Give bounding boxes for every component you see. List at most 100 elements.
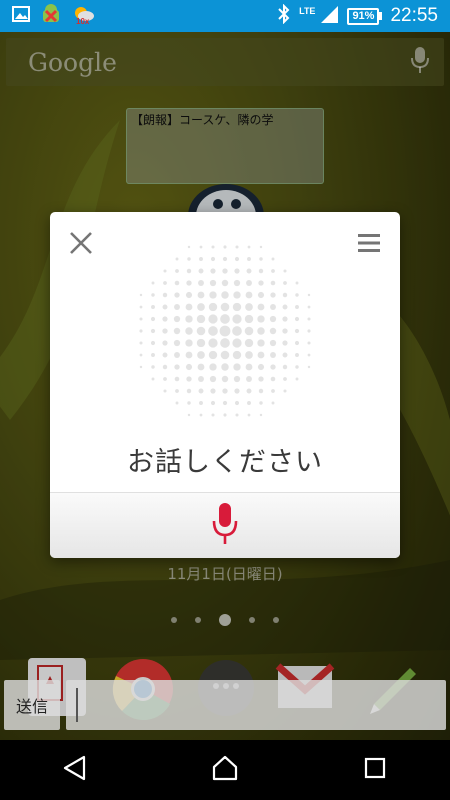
voice-level-dot xyxy=(259,257,263,261)
voice-level-dot xyxy=(269,339,277,347)
voice-level-dot xyxy=(234,400,240,406)
voice-level-dot xyxy=(234,256,240,262)
recents-button[interactable] xyxy=(345,740,405,800)
voice-level-dot xyxy=(163,377,167,381)
voice-level-dot xyxy=(247,401,251,405)
voice-level-dot xyxy=(295,281,299,285)
weather-badge: 10x xyxy=(76,17,90,26)
voice-level-dot xyxy=(210,400,216,406)
voice-level-dot xyxy=(220,350,230,360)
voice-level-dot xyxy=(222,400,228,406)
voice-level-dot xyxy=(257,363,265,371)
voice-level-dot xyxy=(307,317,311,321)
voice-level-dot xyxy=(257,339,265,347)
close-icon[interactable] xyxy=(64,226,98,260)
voice-level-dot xyxy=(245,303,253,311)
voice-level-dot xyxy=(295,293,299,297)
voice-level-dot xyxy=(187,413,191,417)
voice-level-dot xyxy=(222,268,228,274)
voice-level-dot xyxy=(220,302,230,312)
voice-level-dot xyxy=(269,315,277,323)
voice-level-dot xyxy=(187,257,191,261)
voice-level-dot xyxy=(208,338,218,348)
home-button[interactable] xyxy=(195,740,255,800)
status-bar: 10x LTE 91% 22:55 xyxy=(0,0,450,32)
voice-level-dot xyxy=(208,326,218,336)
voice-level-dot xyxy=(186,376,192,382)
voice-prompt: お話しください xyxy=(127,447,323,478)
voice-level-dot xyxy=(208,314,218,324)
voice-mic-area[interactable] xyxy=(50,492,400,558)
voice-level-dot xyxy=(221,279,229,287)
message-input[interactable] xyxy=(66,680,446,730)
voice-level-dot xyxy=(270,352,276,358)
voice-level-dot xyxy=(163,281,167,285)
voice-level-dot xyxy=(258,268,264,274)
voice-level-dot xyxy=(139,329,143,333)
voice-level-dot xyxy=(185,303,193,311)
voice-level-dot xyxy=(270,280,276,286)
voice-level-dot xyxy=(270,364,276,370)
voice-level-dot xyxy=(234,388,240,394)
voice-level-dot xyxy=(185,351,193,359)
voice-level-dot xyxy=(199,245,203,249)
voice-level-dot xyxy=(139,353,143,357)
voice-level-dot xyxy=(295,365,299,369)
menu-icon[interactable] xyxy=(352,226,386,260)
voice-level-dot xyxy=(282,340,288,346)
voice-level-dot xyxy=(221,291,229,299)
voice-level-dot xyxy=(139,305,143,309)
voice-level-dot xyxy=(223,245,227,249)
voice-level-dot xyxy=(211,413,215,417)
voice-level-dot xyxy=(139,365,143,369)
back-button[interactable] xyxy=(45,740,105,800)
voice-level-dot xyxy=(163,269,167,273)
voice-level-dot xyxy=(271,401,275,405)
voice-level-dot xyxy=(233,291,241,299)
voice-level-dot xyxy=(162,292,168,298)
voice-level-dot xyxy=(235,413,239,417)
voice-level-dot xyxy=(283,377,287,381)
voice-level-dot xyxy=(269,327,277,335)
image-icon xyxy=(12,5,30,27)
voice-level-dot xyxy=(151,377,155,381)
voice-level-dot xyxy=(246,388,252,394)
send-button[interactable]: 送信 xyxy=(4,680,60,730)
voice-level-dot xyxy=(245,351,253,359)
voice-level-dot xyxy=(258,388,264,394)
voice-level-dot xyxy=(307,365,311,369)
voice-level-dot xyxy=(232,338,242,348)
voice-level-dot xyxy=(232,326,242,336)
voice-level-dot xyxy=(307,329,311,333)
voice-level-dot xyxy=(199,413,203,417)
voice-level-dot xyxy=(220,314,230,324)
voice-level-dot xyxy=(174,352,180,358)
microphone-icon[interactable] xyxy=(212,502,238,550)
voice-level-dot xyxy=(151,281,155,285)
voice-level-dot xyxy=(162,304,168,310)
voice-level-dot xyxy=(174,280,180,286)
voice-level-dot xyxy=(197,291,205,299)
voice-level-dot xyxy=(307,305,311,309)
voice-level-dot xyxy=(235,245,239,249)
voice-level-dot xyxy=(245,291,253,299)
voice-level-dot xyxy=(257,291,265,299)
voice-level-dot xyxy=(174,304,180,310)
voice-level-dot xyxy=(175,401,179,405)
voice-level-dot xyxy=(150,328,156,334)
voice-level-dot xyxy=(175,269,179,273)
voice-level-dot xyxy=(151,293,155,297)
voice-level-dot xyxy=(198,268,204,274)
voice-level-dot xyxy=(163,389,167,393)
voice-level-dot xyxy=(257,315,265,323)
voice-level-dot xyxy=(199,401,203,405)
voice-level-dot xyxy=(258,280,264,286)
home-icon xyxy=(211,755,239,785)
voice-level-dot xyxy=(257,327,265,335)
voice-level-dot xyxy=(208,302,218,312)
bluetooth-icon xyxy=(277,3,291,28)
voice-level-dot xyxy=(233,375,241,383)
voice-level-dot xyxy=(282,352,288,358)
voice-level-dot xyxy=(162,340,168,346)
text-caret xyxy=(76,688,78,722)
